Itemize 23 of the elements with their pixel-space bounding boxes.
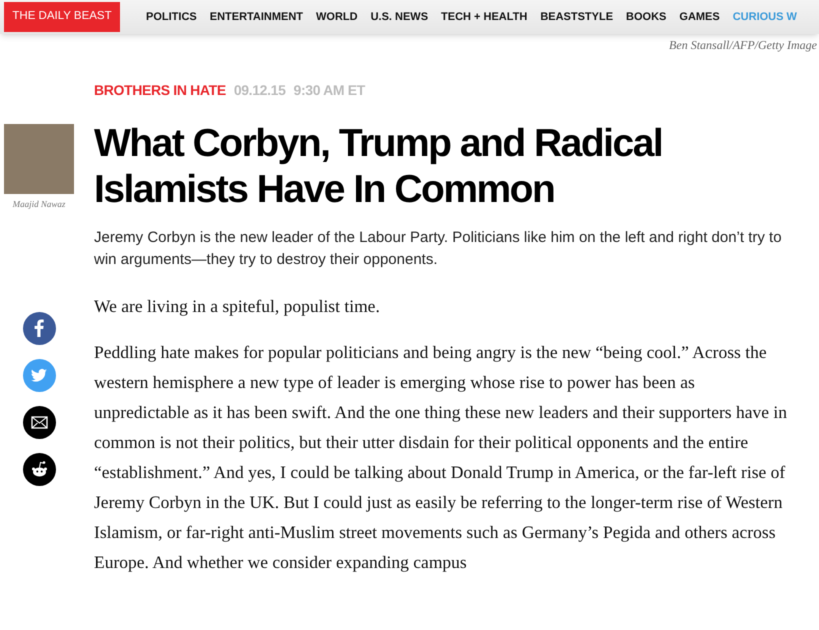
envelope-icon[interactable] — [22, 406, 56, 438]
article-time: 9:30 AM ET — [294, 81, 365, 100]
alien-icon[interactable] — [22, 452, 56, 486]
article-headline: What Corbyn, Trump and Radical Islamists Have In Common — [94, 121, 664, 213]
author-name: Maajid Nawaz — [12, 198, 66, 211]
photo-credit: Ben Stansall/AFP/Getty Image — [669, 37, 817, 54]
site-logo[interactable]: THE DAILY BEAST — [4, 2, 120, 32]
section-link[interactable]: BROTHERS IN HATE — [94, 80, 226, 101]
nav-link[interactable]: WORLD — [316, 8, 358, 26]
article-date: 09.12.15 — [234, 81, 286, 100]
nav-link[interactable]: U.S. NEWS — [370, 8, 428, 26]
twitter-icon[interactable] — [22, 358, 56, 392]
facebook-icon[interactable] — [22, 312, 56, 344]
article-paragraph: Peddling hate makes for popular politicians and being angry is the new “being cool.” Across the western hemisphere a new type of leader is emerging whose rise to power has been as unpredictable as it has been swift. And the one thing these new leaders and their supporters have in common is not their politics, but their utter disdain for their political opponents and the entire “establishment.” And yes, I could be talking about Donald Trump in America, or the far-left rise of Jeremy Corbyn in the UK. But I could just as easily be referring to the longer-term rise of Western Islamism, or far-right anti-Muslim street movements such as Germany’s Pegida and others across Europe. And whether we consider expanding campus — [94, 341, 788, 574]
nav-link[interactable]: ENTERTAINMENT — [210, 8, 304, 26]
author-photo-placeholder — [4, 124, 74, 194]
nav-link[interactable]: TECH + HEALTH — [441, 8, 528, 26]
nav-link[interactable]: BEASTSTYLE — [540, 8, 614, 26]
nav-link[interactable]: BOOKS — [626, 8, 666, 26]
nav-link[interactable]: GAMES — [679, 8, 720, 26]
nav-link[interactable]: POLITICS — [146, 8, 197, 26]
article-summary: Jeremy Corbyn is the new leader of the Labour Party. Politicians like him on the left and right don’t try to win arguments—they try to destroy their opponents. — [94, 228, 783, 270]
article-paragraph: We are living in a spiteful, populist time. — [94, 295, 381, 318]
